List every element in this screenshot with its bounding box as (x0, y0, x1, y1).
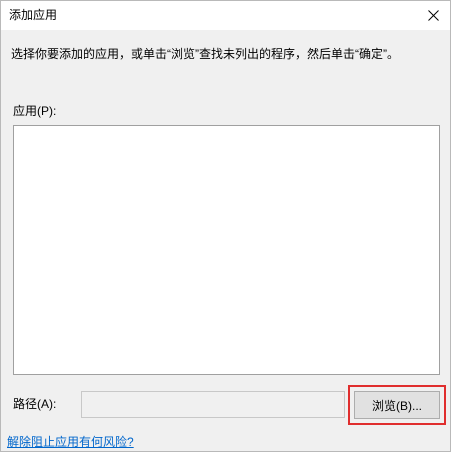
apps-list-label: 应用(P): (13, 104, 57, 118)
dialog-title: 添加应用 (9, 8, 58, 22)
instruction-text: 选择你要添加的应用，或单击“浏览”查找未列出的程序，然后单击“确定”。 (11, 47, 399, 61)
browse-button[interactable]: 浏览(B)... (354, 391, 440, 419)
close-icon (427, 10, 439, 21)
title-bar: 添加应用 (1, 1, 450, 30)
unblock-risk-link[interactable]: 解除阻止应用有何风险? (7, 435, 134, 449)
apps-list[interactable] (13, 125, 440, 375)
path-input[interactable] (81, 391, 345, 418)
path-label: 路径(A): (13, 397, 57, 411)
close-button[interactable] (416, 1, 450, 30)
add-app-dialog: 添加应用 选择你要添加的应用，或单击“浏览”查找未列出的程序，然后单击“确定”。… (0, 0, 451, 452)
